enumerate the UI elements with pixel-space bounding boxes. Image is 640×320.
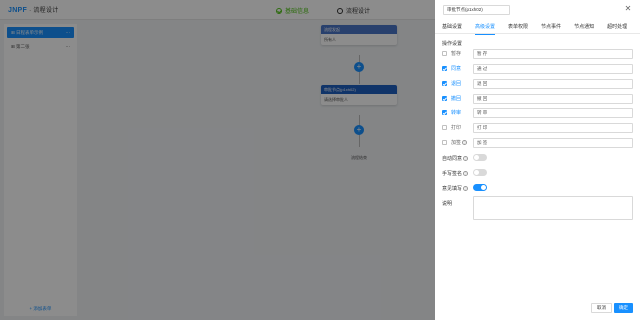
operation-label: 打印 [451,125,462,131]
switch-label: 意见填写? [442,185,469,192]
save-draft-checkbox[interactable] [442,51,447,56]
operation-row-print: 打印 [442,122,637,133]
save-draft-text-input[interactable] [473,48,633,59]
reject-text-input[interactable] [473,78,633,89]
help-icon[interactable]: ? [463,170,469,176]
switch-label: 自动同意? [442,155,469,162]
reject-checkbox[interactable] [442,81,447,86]
tab-advanced-settings[interactable]: 高级设置 [475,20,496,35]
drawer-tabs: 基础设置 高级设置 表单权限 节点事件 节点通知 超时处理 [435,20,640,35]
operation-label: 退回 [451,81,462,87]
close-icon[interactable]: ✕ [624,5,632,13]
transfer-text-input[interactable] [473,107,633,118]
handwritten-signature-row: 手写签名? [442,169,472,177]
operation-label: 同意 [451,66,462,72]
switch-label: 手写签名? [442,170,469,177]
add-signer-text-input[interactable] [473,137,633,148]
operation-row-reject: 退回 [442,78,637,89]
help-icon[interactable]: ? [463,155,469,161]
node-name-input[interactable] [443,5,510,15]
description-textarea[interactable] [473,196,633,220]
description-label: 说明 [442,201,453,207]
opinion-required-switch[interactable] [473,184,487,191]
auto-approve-row: 自动同意? [442,154,472,162]
cancel-button[interactable]: 取消 [591,303,612,313]
approve-checkbox[interactable] [442,66,447,71]
operation-row-transfer: 转审 [442,107,637,118]
print-text-input[interactable] [473,122,633,133]
operation-row-add-signer: 加签? [442,137,637,148]
section-title: 操作设置 [442,41,463,47]
revoke-text-input[interactable] [473,93,633,104]
drawer-header: ✕ [435,0,640,20]
opinion-required-row: 意见填写? [442,184,472,192]
node-settings-drawer: ✕ 基础设置 高级设置 表单权限 节点事件 节点通知 超时处理 操作设置 暂存 … [435,0,640,320]
revoke-checkbox[interactable] [442,96,447,101]
auto-approve-switch[interactable] [473,154,487,161]
operation-label: 加签? [451,140,468,146]
approve-text-input[interactable] [473,63,633,74]
transfer-checkbox[interactable] [442,110,447,115]
drawer-footer: 取消 确定 [435,300,640,320]
help-icon[interactable]: ? [463,185,469,191]
tab-form-permissions[interactable]: 表单权限 [508,20,528,34]
add-signer-checkbox[interactable] [442,140,447,145]
operation-row-approve: 同意 [442,63,637,74]
print-checkbox[interactable] [442,125,447,130]
handwritten-signature-switch[interactable] [473,169,487,176]
operation-label: 撤回 [451,96,462,102]
operation-row-save-draft: 暂存 [442,48,637,59]
operation-label: 转审 [451,110,462,116]
tab-timeout-handling[interactable]: 超时处理 [607,20,627,34]
tab-node-notifications[interactable]: 节点通知 [574,20,594,34]
tab-basic-settings[interactable]: 基础设置 [442,20,462,34]
help-icon[interactable]: ? [462,140,468,145]
confirm-button[interactable]: 确定 [614,303,633,313]
operation-label: 暂存 [451,51,462,57]
operation-row-revoke: 撤回 [442,93,637,104]
tab-node-events[interactable]: 节点事件 [541,20,561,34]
